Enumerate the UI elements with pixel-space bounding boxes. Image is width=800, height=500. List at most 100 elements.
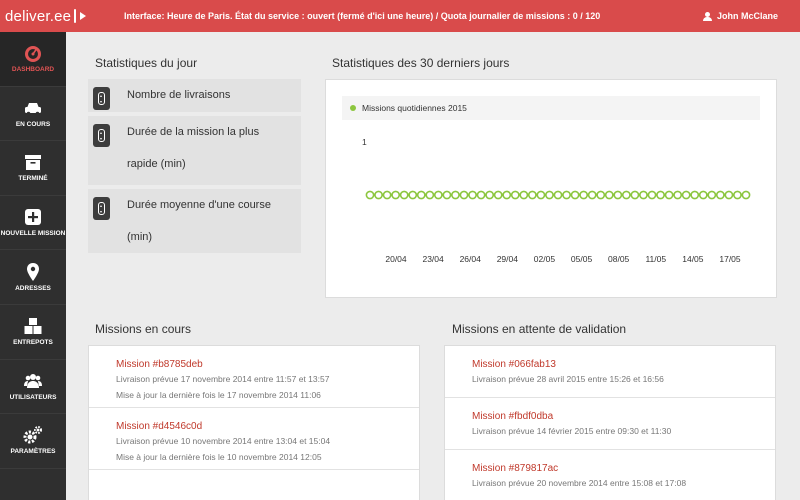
data-point[interactable] xyxy=(690,190,700,200)
sidebar-item-label: ENTREPOTS xyxy=(13,339,53,347)
data-point[interactable] xyxy=(639,190,648,200)
mission-link[interactable]: Mission #879817ac xyxy=(472,462,775,475)
gauge-icon xyxy=(25,46,41,63)
data-point[interactable] xyxy=(621,190,631,200)
sidebar-item-en-cours[interactable]: EN COURS xyxy=(0,87,66,142)
data-point[interactable] xyxy=(604,190,614,200)
data-point[interactable] xyxy=(365,190,375,200)
sidebar-item-nouvelle-mission[interactable]: NOUVELLE MISSION xyxy=(0,196,66,251)
sidebar-item-adresses[interactable]: ADRESSES xyxy=(0,250,66,305)
mission-updated: Mise à jour la dernière fois le 17 novem… xyxy=(116,390,321,400)
mission-scheduled: Livraison prévue 28 avril 2015 entre 15:… xyxy=(472,374,664,384)
data-point[interactable] xyxy=(519,190,529,200)
data-point[interactable] xyxy=(451,190,460,200)
x-tick-label: 11/05 xyxy=(645,254,666,264)
sidebar-item-utilisateurs[interactable]: UTILISATEURS xyxy=(0,360,66,415)
data-point[interactable] xyxy=(433,190,443,200)
stat-label: Durée de la mission la plus rapide (min) xyxy=(127,126,260,170)
sidebar-item-label: EN COURS xyxy=(15,120,51,128)
user-menu[interactable]: John McClane xyxy=(702,0,778,32)
sidebar-item-dashboard[interactable]: DASHBOARD xyxy=(0,32,66,87)
top-bar: deliver.ee Interface: Heure de Paris. Ét… xyxy=(0,0,800,32)
data-point[interactable] xyxy=(681,190,691,200)
data-point[interactable] xyxy=(656,190,665,200)
data-point[interactable] xyxy=(707,190,717,200)
list-item[interactable]: Mission #d4546c0d Livraison prévue 10 no… xyxy=(89,408,419,470)
user-name: John McClane xyxy=(716,11,778,21)
x-tick-label: 20/04 xyxy=(385,254,407,264)
logo-text: deliver.ee xyxy=(5,7,72,25)
data-point[interactable] xyxy=(570,190,580,200)
mission-link[interactable]: Mission #b8785deb xyxy=(116,358,419,371)
x-tick-label: 29/04 xyxy=(497,254,519,264)
data-point[interactable] xyxy=(374,190,383,200)
x-tick-label: 05/05 xyxy=(571,254,593,264)
mission-scheduled: Livraison prévue 10 novembre 2014 entre … xyxy=(116,436,331,446)
data-point[interactable] xyxy=(741,190,751,200)
data-point[interactable] xyxy=(664,190,674,200)
data-point[interactable] xyxy=(425,190,435,200)
data-point[interactable] xyxy=(733,190,742,200)
plus-square-icon xyxy=(25,209,41,226)
list-item[interactable]: Mission #066fab13 Livraison prévue 28 av… xyxy=(445,346,775,398)
data-point[interactable] xyxy=(613,190,623,200)
stat-label: Nombre de livraisons xyxy=(127,89,231,101)
mission-scheduled: Livraison prévue 17 novembre 2014 entre … xyxy=(116,374,330,384)
sidebar-item-entrepots[interactable]: ENTREPOTS xyxy=(0,305,66,360)
missions-attente-list: Mission #066fab13 Livraison prévue 28 av… xyxy=(444,345,776,500)
data-point[interactable] xyxy=(545,190,554,200)
data-point[interactable] xyxy=(485,190,495,200)
line-chart: 1 20/04 23/04 26/04 29/04 02/05 05/05 08/05 11/0… xyxy=(362,137,751,264)
sidebar-item-termine[interactable]: TERMINÉ xyxy=(0,141,66,196)
data-point[interactable] xyxy=(647,190,657,200)
data-point[interactable] xyxy=(476,190,486,200)
data-point[interactable] xyxy=(724,190,734,200)
data-point[interactable] xyxy=(536,190,546,200)
logo[interactable]: deliver.ee xyxy=(0,0,87,32)
data-point[interactable] xyxy=(698,190,708,200)
data-point[interactable] xyxy=(510,190,520,200)
data-point[interactable] xyxy=(408,190,418,200)
missions-en-cours-title: Missions en cours xyxy=(95,322,192,336)
list-item[interactable]: Mission #fbdf0dba Livraison prévue 14 fé… xyxy=(445,398,775,450)
x-tick-label: 17/05 xyxy=(719,254,741,264)
gears-icon xyxy=(23,426,42,444)
service-status-text: Interface: Heure de Paris. État du servi… xyxy=(124,11,601,21)
data-point[interactable] xyxy=(715,190,725,200)
data-point[interactable] xyxy=(416,190,426,200)
data-point[interactable] xyxy=(596,190,606,200)
data-point[interactable] xyxy=(673,190,683,200)
missions-attente-title: Missions en attente de validation xyxy=(452,322,627,336)
user-icon xyxy=(702,11,712,21)
data-point[interactable] xyxy=(630,190,640,200)
archive-box-icon xyxy=(25,155,41,171)
mission-link[interactable]: Mission #fbdf0dba xyxy=(472,410,775,423)
list-item[interactable]: Mission #879817ac Livraison prévue 20 no… xyxy=(445,450,775,500)
x-tick-label: 26/04 xyxy=(460,254,482,264)
data-point[interactable] xyxy=(442,190,452,200)
x-tick-label: 08/05 xyxy=(608,254,630,264)
data-point[interactable] xyxy=(399,190,409,200)
data-point[interactable] xyxy=(468,190,477,200)
sidebar-item-parametres[interactable]: PARAMÈTRES xyxy=(0,414,66,469)
missions-en-cours-list: Mission #b8785deb Livraison prévue 17 no… xyxy=(88,345,420,500)
data-point[interactable] xyxy=(587,190,597,200)
data-point[interactable] xyxy=(579,190,589,200)
data-point[interactable] xyxy=(493,190,503,200)
data-point[interactable] xyxy=(382,190,392,200)
list-item[interactable]: Mission #b8785deb Livraison prévue 17 no… xyxy=(89,346,419,408)
mission-scheduled: Livraison prévue 14 février 2015 entre 0… xyxy=(472,426,672,436)
data-point[interactable] xyxy=(527,190,537,200)
boxes-icon xyxy=(24,318,42,335)
data-point[interactable] xyxy=(562,190,571,200)
data-point[interactable] xyxy=(502,190,512,200)
sidebar: DASHBOARD EN COURS TERMINÉ NOUVELLE MISS… xyxy=(0,32,66,500)
data-point[interactable] xyxy=(553,190,563,200)
data-point[interactable] xyxy=(459,190,469,200)
x-tick-label: 14/05 xyxy=(682,254,704,264)
map-marker-icon xyxy=(27,262,39,281)
mission-link[interactable]: Mission #066fab13 xyxy=(472,358,775,371)
mission-updated: Mise à jour la dernière fois le 10 novem… xyxy=(116,452,322,462)
mission-link[interactable]: Mission #d4546c0d xyxy=(116,420,419,433)
data-point[interactable] xyxy=(391,190,401,200)
